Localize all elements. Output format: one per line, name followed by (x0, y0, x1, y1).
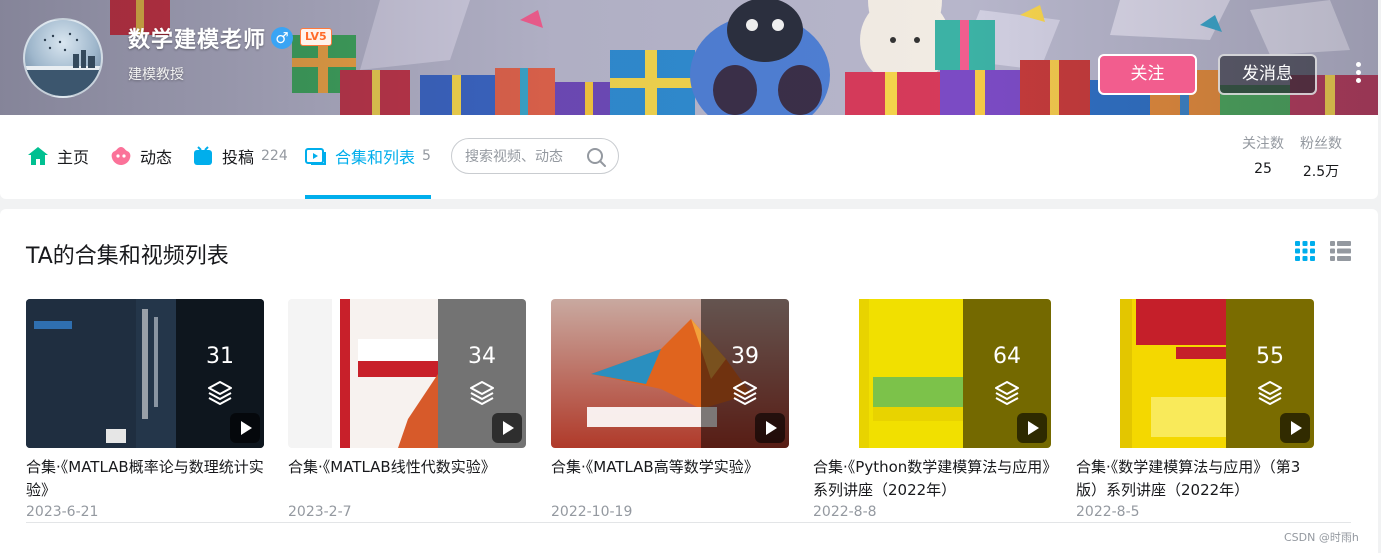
video-count: 34 (468, 344, 496, 369)
tab-dynamic-label: 动态 (140, 148, 173, 167)
send-message-button[interactable]: 发消息 (1218, 54, 1317, 95)
video-count: 64 (993, 344, 1021, 369)
user-sign: 建模教授 (128, 67, 184, 83)
tab-upload-label: 投稿 (222, 148, 255, 167)
active-tab-indicator (305, 195, 431, 199)
tab-collections-label: 合集和列表 (335, 148, 416, 167)
collection-icon (305, 148, 326, 165)
search-box (451, 138, 619, 174)
play-icon (1291, 421, 1302, 435)
following-value: 25 (1254, 161, 1272, 177)
tab-collections-count: 5 (422, 148, 431, 164)
collection-date: 2022-8-5 (1076, 504, 1140, 520)
tab-home[interactable]: 主页 (27, 143, 89, 169)
video-count: 31 (206, 344, 234, 369)
play-icon (766, 421, 777, 435)
collection-cover[interactable]: 34 (288, 299, 526, 448)
level-badge: LV5 (300, 28, 332, 46)
play-button[interactable] (755, 413, 785, 443)
list-view-icon[interactable] (1330, 241, 1351, 261)
collections-panel: TA的合集和视频列表 31 合集·《MATLAB概率论与数理统计实验》 2023… (0, 209, 1378, 553)
collection-date: 2023-6-21 (26, 504, 99, 520)
play-button[interactable] (230, 413, 260, 443)
collection-title[interactable]: 合集·《数学建模算法与应用》（第3版）系列讲座（2022年） (1076, 456, 1314, 502)
fans-stat[interactable]: 粉丝数 2.5万 (1300, 133, 1342, 181)
search-icon[interactable] (585, 146, 607, 168)
play-button[interactable] (1280, 413, 1310, 443)
collection-card[interactable]: 64 合集·《Python数学建模算法与应用》系列讲座（2022年） 2022-… (813, 299, 1051, 529)
play-icon (1028, 421, 1039, 435)
stack-icon (995, 381, 1019, 405)
watermark: CSDN @时雨h (1284, 531, 1359, 544)
collection-card[interactable]: 55 合集·《数学建模算法与应用》（第3版）系列讲座（2022年） 2022-8… (1076, 299, 1314, 529)
section-title: TA的合集和视频列表 (26, 244, 229, 269)
fans-value: 2.5万 (1302, 164, 1340, 180)
follow-button[interactable]: 关注 (1098, 54, 1197, 95)
profile-banner: 数学建模老师 ♂ LV5 建模教授 关注 发消息 (0, 0, 1378, 115)
avatar[interactable] (23, 18, 103, 98)
stack-icon (208, 381, 232, 405)
tab-upload-count: 224 (261, 148, 288, 164)
collection-title[interactable]: 合集·《MATLAB线性代数实验》 (288, 456, 526, 502)
stack-icon (470, 381, 494, 405)
play-icon (241, 421, 252, 435)
search-input[interactable] (465, 147, 583, 167)
collection-title[interactable]: 合集·《MATLAB概率论与数理统计实验》 (26, 456, 264, 502)
collection-date: 2022-10-19 (551, 504, 633, 520)
upload-icon (194, 146, 212, 165)
play-icon (503, 421, 514, 435)
video-count: 39 (731, 344, 759, 369)
fans-label: 粉丝数 (1300, 136, 1342, 152)
divider (26, 522, 1351, 523)
collection-date: 2023-2-7 (288, 504, 352, 520)
collection-date: 2022-8-8 (813, 504, 877, 520)
play-button[interactable] (1017, 413, 1047, 443)
collection-card[interactable]: 31 合集·《MATLAB概率论与数理统计实验》 2023-6-21 (26, 299, 264, 529)
collection-cover[interactable]: 64 (813, 299, 1051, 448)
collection-cover[interactable]: 39 (551, 299, 789, 448)
profile-nav: 主页 动态 投稿 224 合集和列表 5 关注 (0, 115, 1378, 199)
tab-upload[interactable]: 投稿 224 (192, 143, 288, 169)
collection-card[interactable]: 39 合集·《MATLAB高等数学实验》 2022-10-19 (551, 299, 789, 529)
grid-view-icon[interactable] (1295, 241, 1315, 261)
stack-icon (1258, 381, 1282, 405)
male-icon: ♂ (271, 27, 293, 49)
following-stat[interactable]: 关注数 25 (1242, 133, 1284, 177)
collection-cover[interactable]: 55 (1076, 299, 1314, 448)
user-name: 数学建模老师 (128, 28, 267, 53)
collection-title[interactable]: 合集·《Python数学建模算法与应用》系列讲座（2022年） (813, 456, 1051, 502)
tab-collections[interactable]: 合集和列表 5 (305, 143, 431, 169)
tab-home-label: 主页 (57, 148, 90, 167)
tab-dynamic[interactable]: 动态 (110, 143, 172, 169)
video-count: 55 (1256, 344, 1284, 369)
more-vertical-icon[interactable] (1350, 62, 1366, 86)
following-label: 关注数 (1242, 136, 1284, 152)
play-button[interactable] (492, 413, 522, 443)
collection-card[interactable]: 34 合集·《MATLAB线性代数实验》 2023-2-7 (288, 299, 526, 529)
avatar-image (25, 32, 101, 96)
stack-icon (733, 381, 757, 405)
collection-cover[interactable]: 31 (26, 299, 264, 448)
collection-title[interactable]: 合集·《MATLAB高等数学实验》 (551, 456, 789, 502)
home-icon (28, 147, 48, 165)
dynamic-icon (111, 147, 131, 165)
